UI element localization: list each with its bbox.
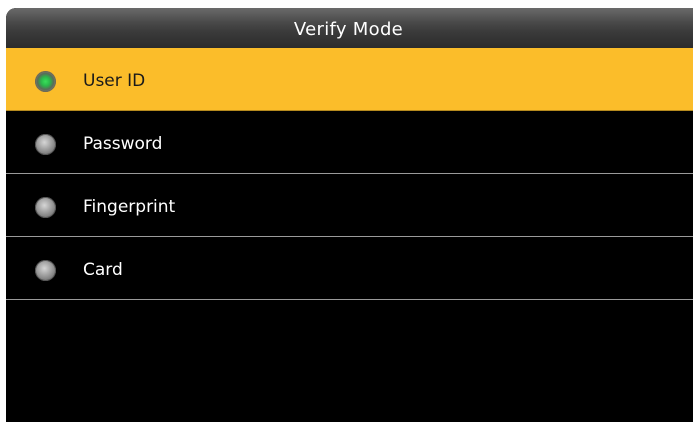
page-title: Verify Mode bbox=[293, 19, 404, 40]
radio-unselected-icon[interactable] bbox=[35, 197, 56, 218]
option-label: Fingerprint bbox=[83, 197, 176, 217]
radio-selected-icon[interactable] bbox=[35, 71, 56, 92]
option-user-id[interactable]: User ID bbox=[6, 48, 693, 111]
option-fingerprint[interactable]: Fingerprint bbox=[6, 174, 693, 237]
option-label: Card bbox=[83, 260, 123, 280]
option-label: Password bbox=[83, 134, 163, 154]
verify-mode-options: User ID Password Fingerprint Card bbox=[6, 48, 693, 300]
option-password[interactable]: Password bbox=[6, 111, 693, 174]
verify-mode-screen: Verify Mode User ID Password Fingerprint… bbox=[6, 8, 693, 422]
option-card[interactable]: Card bbox=[6, 237, 693, 300]
radio-unselected-icon[interactable] bbox=[35, 260, 56, 281]
radio-unselected-icon[interactable] bbox=[35, 134, 56, 155]
option-label: User ID bbox=[83, 71, 146, 91]
title-bar: Verify Mode bbox=[6, 8, 693, 48]
